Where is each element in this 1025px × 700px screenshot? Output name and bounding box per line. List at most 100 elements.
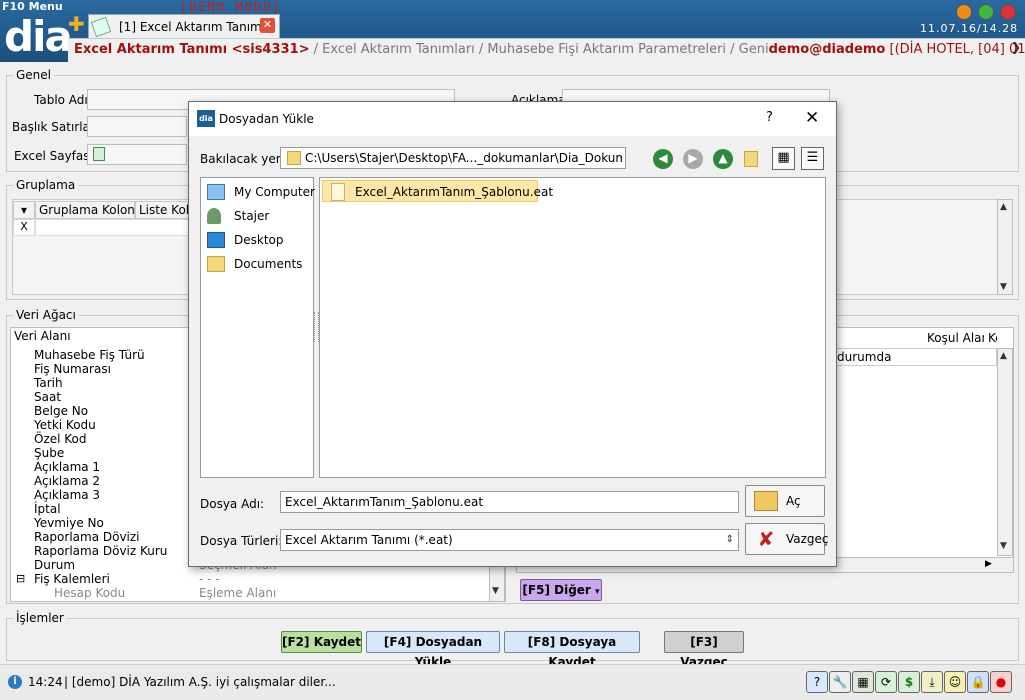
cancel-x-icon: ✘ (757, 527, 775, 551)
tree-item[interactable]: Fiş Numarası (34, 362, 111, 376)
lock-icon[interactable]: 🔒 (967, 671, 989, 693)
tree-item[interactable]: Raporlama Döviz Kuru (34, 544, 167, 558)
forward-icon[interactable]: ▶ (683, 149, 703, 169)
diger-label: [F5] Diğer (522, 583, 591, 597)
clock: 11.07.16/14.28 (920, 22, 1019, 35)
spinner-icon: ⇕ (725, 534, 734, 545)
tree-item[interactable]: Şube (34, 446, 64, 460)
tag-icon (90, 16, 112, 38)
new-folder-icon[interactable] (744, 151, 758, 167)
cancel-button[interactable]: [F3] Vazgeç (664, 631, 744, 669)
calculator-icon[interactable]: ▦ (852, 671, 874, 693)
currency-icon[interactable]: $ (898, 671, 920, 693)
breadcrumb-path[interactable]: / Excel Aktarım Tanımları / Muhasebe Fiş… (310, 42, 769, 57)
tree-group-value: - - - (199, 572, 220, 586)
place-label: Desktop (234, 233, 284, 247)
ko-header[interactable]: Ko (985, 330, 997, 348)
places-sidebar: My Computer Stajer Desktop Documents (200, 177, 315, 478)
file-icon (331, 183, 345, 201)
power-icon[interactable]: ● (990, 671, 1012, 693)
close-window-icon[interactable] (1000, 4, 1016, 20)
dropdown-icon: ▾ (595, 587, 600, 597)
place-documents[interactable]: Documents (207, 254, 311, 274)
tree-item[interactable]: İptal (34, 502, 61, 516)
tree-item[interactable]: Raporlama Dövizi (34, 530, 140, 544)
look-in-combo[interactable]: C:\Users\Stajer\Desktop\FA..._dokumanlar… (280, 147, 626, 169)
folder-icon (287, 151, 301, 165)
list-view-icon[interactable]: ▦ (772, 147, 795, 170)
plus-icon[interactable]: ✚ (68, 14, 85, 34)
documents-icon (207, 256, 225, 272)
diger-button[interactable]: [F5] Diğer ▾ (520, 579, 602, 601)
tools-icon[interactable]: 🔧 (829, 671, 851, 693)
file-name: Excel_AktarımTanım_Şablonu.eat (355, 185, 554, 199)
info-icon: i (8, 675, 22, 689)
file-name-input[interactable]: Excel_AktarımTanım_Şablonu.eat (280, 491, 739, 513)
place-stajer[interactable]: Stajer (207, 206, 311, 226)
kosul-alan-header[interactable]: Koşul Alan (924, 330, 984, 348)
file-item[interactable]: Excel_AktarımTanım_Şablonu.eat (322, 180, 553, 202)
tree-sub-value: Eşleme Alanı (199, 586, 277, 600)
collapse-icon[interactable]: ⊟ (16, 572, 25, 585)
dialog-cancel-label: Vazgeç (786, 532, 829, 546)
save-to-file-button[interactable]: [F8] Dosyaya Kaydet (504, 631, 640, 669)
tree-item[interactable]: Yetki Kodu (34, 418, 96, 432)
up-icon[interactable]: ▲ (713, 149, 733, 169)
tree-item[interactable]: Belge No (34, 404, 88, 418)
spreadsheet-icon[interactable] (93, 147, 105, 161)
tree-item[interactable]: Tarih (34, 376, 63, 390)
download-icon[interactable]: ⤓ (921, 671, 943, 693)
tab-label: [1] Excel Aktarım Tanımı (119, 20, 266, 34)
tree-item[interactable]: Yevmiye No (34, 516, 104, 530)
breadcrumb-scroll-right-icon[interactable]: ❯ (1011, 40, 1021, 54)
file-type-value: Excel Aktarım Tanımı (*.eat) (285, 533, 453, 547)
refresh-icon[interactable]: ⟳ (875, 671, 897, 693)
tree-item[interactable]: Açıklama 2 (34, 474, 100, 488)
look-in-label: Bakılacak yer (200, 152, 281, 166)
user-label: demo@diademo (768, 42, 886, 57)
liste-kolonu-header[interactable]: Liste Kolo (135, 201, 190, 219)
dialog-cancel-button[interactable]: ✘ Vazgeç (745, 523, 829, 555)
load-from-file-button[interactable]: [F4] Dosyadan Yükle (366, 631, 500, 669)
maximize-icon[interactable] (978, 4, 994, 20)
minimize-icon[interactable] (956, 4, 972, 20)
help-icon[interactable]: ? (766, 110, 773, 125)
demo-mode-label: [DEMO MODU] (180, 0, 282, 14)
excel-sayfasi-input[interactable] (87, 144, 187, 165)
grid-menu-icon[interactable]: ▾ (13, 201, 35, 219)
kosul-cell[interactable]: durumda (824, 348, 997, 366)
tree-item[interactable]: Açıklama 3 (34, 488, 100, 502)
place-desktop[interactable]: Desktop (207, 230, 311, 250)
tree-item[interactable]: Muhasebe Fiş Türü (34, 348, 145, 362)
kosul-scrollbar[interactable]: ▲ ▼ (997, 348, 1013, 556)
place-my-computer[interactable]: My Computer (207, 182, 315, 202)
tab-excel-aktarim[interactable]: [1] Excel Aktarım Tanımı ✕ (88, 14, 280, 38)
back-icon[interactable]: ◀ (653, 149, 673, 169)
dia-app-icon: dia (197, 110, 215, 127)
breadcrumb-current: Excel Aktarım Tanımı <sis4331> (74, 42, 310, 57)
tree-item[interactable]: Durum (34, 558, 75, 572)
gruplama-row[interactable] (35, 219, 190, 236)
tree-sub-item[interactable]: Hesap Kodu (54, 586, 125, 600)
detail-view-icon[interactable]: ☰ (801, 147, 824, 170)
open-folder-icon (754, 491, 778, 511)
tree-group-item[interactable]: Fiş Kalemleri (34, 572, 110, 586)
open-button[interactable]: Aç (745, 485, 825, 517)
file-name-label: Dosya Adı: (200, 497, 265, 511)
dialog-close-icon[interactable]: ✕ (805, 108, 819, 128)
gruplama-scrollbar[interactable]: ▲ ▼ (997, 199, 1013, 295)
place-label: Stajer (234, 209, 270, 223)
tab-close-icon[interactable]: ✕ (260, 18, 275, 33)
veri-alani-header[interactable]: Veri Alanı (11, 328, 189, 346)
smiley-icon[interactable]: ☺ (944, 671, 966, 693)
save-button[interactable]: [F2] Kaydet (281, 631, 362, 653)
tree-item[interactable]: Saat (34, 390, 61, 404)
tree-item[interactable]: Özel Kod (34, 432, 87, 446)
tree-item[interactable]: Açıklama 1 (34, 460, 100, 474)
file-type-select[interactable]: Excel Aktarım Tanımı (*.eat) ⇕ (280, 529, 739, 551)
help-icon[interactable]: ? (806, 671, 828, 693)
row-marker: X (13, 219, 35, 236)
file-open-dialog: dia Dosyadan Yükle ? ✕ Bakılacak yer C:\… (188, 101, 837, 567)
gruplama-kolonu-header[interactable]: Gruplama Kolonu (35, 201, 135, 219)
baslik-satirlari-input[interactable] (87, 116, 187, 137)
